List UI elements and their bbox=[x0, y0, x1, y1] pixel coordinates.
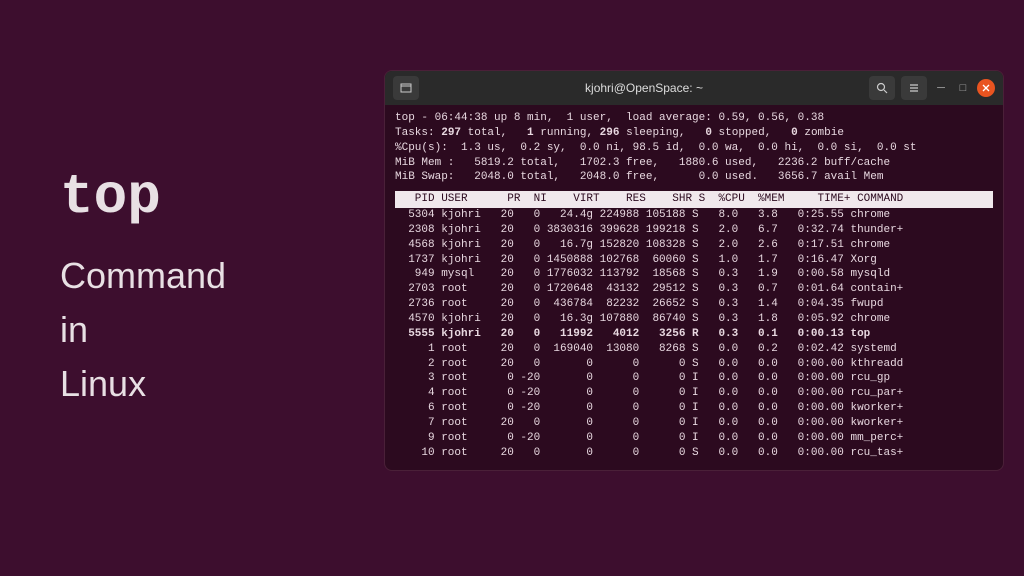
process-row: 1 root 20 0 169040 13080 8268 S 0.0 0.2 … bbox=[395, 342, 993, 357]
subtitle-line: Command bbox=[60, 249, 226, 303]
top-cpu-line: %Cpu(s): 1.3 us, 0.2 sy, 0.0 ni, 98.5 id… bbox=[395, 141, 993, 156]
process-header: PID USER PR NI VIRT RES SHR S %CPU %MEM … bbox=[395, 191, 993, 208]
process-row: 5304 kjohri 20 0 24.4g 224988 105188 S 8… bbox=[395, 208, 993, 223]
process-list: 5304 kjohri 20 0 24.4g 224988 105188 S 8… bbox=[395, 208, 993, 460]
title-block: top Command in Linux bbox=[60, 165, 226, 411]
close-button[interactable] bbox=[977, 79, 995, 97]
process-row: 9 root 0 -20 0 0 0 I 0.0 0.0 0:00.00 mm_… bbox=[395, 431, 993, 446]
process-row: 10 root 20 0 0 0 0 S 0.0 0.0 0:00.00 rcu… bbox=[395, 446, 993, 461]
menu-button[interactable] bbox=[901, 76, 927, 100]
process-row: 4 root 0 -20 0 0 0 I 0.0 0.0 0:00.00 rcu… bbox=[395, 386, 993, 401]
new-tab-button[interactable] bbox=[393, 76, 419, 100]
process-row: 3 root 0 -20 0 0 0 I 0.0 0.0 0:00.00 rcu… bbox=[395, 371, 993, 386]
subtitle-line: Linux bbox=[60, 357, 226, 411]
process-row: 949 mysql 20 0 1776032 113792 18568 S 0.… bbox=[395, 267, 993, 282]
top-mem-line: MiB Mem : 5819.2 total, 1702.3 free, 188… bbox=[395, 156, 993, 171]
process-row: 2703 root 20 0 1720648 43132 29512 S 0.3… bbox=[395, 282, 993, 297]
terminal-output[interactable]: top - 06:44:38 up 8 min, 1 user, load av… bbox=[385, 105, 1003, 470]
process-row: 1737 kjohri 20 0 1450888 102768 60060 S … bbox=[395, 253, 993, 268]
process-row: 6 root 0 -20 0 0 0 I 0.0 0.0 0:00.00 kwo… bbox=[395, 401, 993, 416]
titlebar: kjohri@OpenSpace: ~ ─ □ bbox=[385, 71, 1003, 105]
process-row: 2736 root 20 0 436784 82232 26652 S 0.3 … bbox=[395, 297, 993, 312]
minimize-button[interactable]: ─ bbox=[933, 80, 949, 96]
process-row: 7 root 20 0 0 0 0 I 0.0 0.0 0:00.00 kwor… bbox=[395, 416, 993, 431]
search-button[interactable] bbox=[869, 76, 895, 100]
process-row: 2308 kjohri 20 0 3830316 399628 199218 S… bbox=[395, 223, 993, 238]
maximize-button[interactable]: □ bbox=[955, 80, 971, 96]
process-row: 2 root 20 0 0 0 0 S 0.0 0.0 0:00.00 kthr… bbox=[395, 357, 993, 372]
top-tasks-line: Tasks: 297 total, 1 running, 296 sleepin… bbox=[395, 126, 993, 141]
command-name: top bbox=[60, 165, 226, 229]
top-summary-line: top - 06:44:38 up 8 min, 1 user, load av… bbox=[395, 111, 993, 126]
subtitle-line: in bbox=[60, 303, 226, 357]
terminal-window: kjohri@OpenSpace: ~ ─ □ top - 06:44:38 u… bbox=[384, 70, 1004, 471]
top-swap-line: MiB Swap: 2048.0 total, 2048.0 free, 0.0… bbox=[395, 170, 993, 185]
process-row: 4568 kjohri 20 0 16.7g 152820 108328 S 2… bbox=[395, 238, 993, 253]
process-row: 4570 kjohri 20 0 16.3g 107880 86740 S 0.… bbox=[395, 312, 993, 327]
subtitle: Command in Linux bbox=[60, 249, 226, 411]
window-title: kjohri@OpenSpace: ~ bbox=[425, 81, 863, 95]
process-row: 5555 kjohri 20 0 11992 4012 3256 R 0.3 0… bbox=[395, 327, 993, 342]
